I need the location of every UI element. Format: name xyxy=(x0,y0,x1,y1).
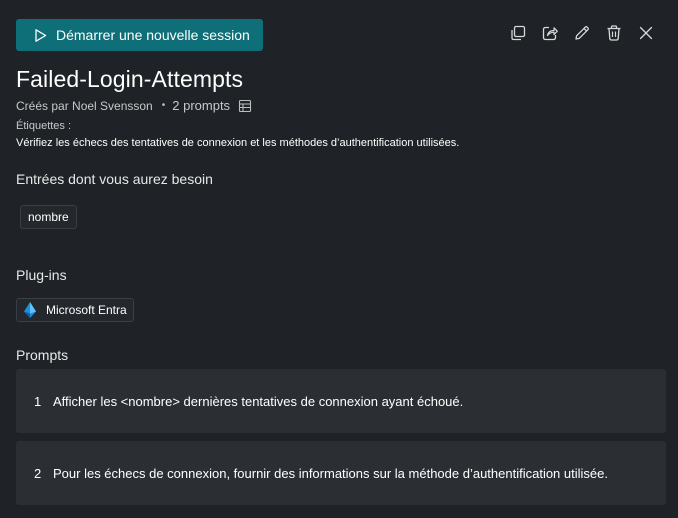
play-icon xyxy=(33,28,48,43)
top-bar: Démarrer une nouvelle session xyxy=(16,19,662,51)
plugins-heading: Plug-ins xyxy=(16,267,67,283)
delete-button[interactable] xyxy=(598,24,630,47)
start-new-session-button[interactable]: Démarrer une nouvelle session xyxy=(16,19,263,51)
page-title: Failed-Login-Attempts xyxy=(16,66,244,92)
microsoft-entra-icon xyxy=(21,301,39,319)
prompt-text: Afficher les <nombre> dernières tentativ… xyxy=(53,393,464,409)
pencil-icon xyxy=(573,24,591,47)
promptbook-panel: Démarrer une nouvelle session Failed-Log… xyxy=(0,0,678,518)
input-chip-nombre: nombre xyxy=(20,205,77,229)
tags-label: Étiquettes : xyxy=(16,120,72,132)
header-actions xyxy=(502,24,662,47)
trash-icon xyxy=(605,24,623,47)
close-icon xyxy=(637,24,655,47)
prompt-text: Pour les échecs de connexion, fournir de… xyxy=(53,465,608,481)
inputs-heading: Entrées dont vous aurez besoin xyxy=(16,171,213,187)
prompt-card[interactable]: 2 Pour les échecs de connexion, fournir … xyxy=(16,441,666,505)
plugin-chip-label: Microsoft Entra xyxy=(46,303,127,317)
close-button[interactable] xyxy=(630,25,662,45)
start-new-session-label: Démarrer une nouvelle session xyxy=(56,27,250,43)
share-button[interactable] xyxy=(534,25,566,45)
meta-separator: • xyxy=(161,100,166,111)
prompt-number: 1 xyxy=(34,393,42,409)
edit-button[interactable] xyxy=(566,25,598,45)
prompt-count: 2 prompts xyxy=(172,98,231,113)
prompt-card[interactable]: 1 Afficher les <nombre> dernières tentat… xyxy=(16,369,666,433)
created-by: Créés par Noel Svensson xyxy=(16,98,153,113)
promptbook-meta: Créés par Noel Svensson • 2 prompts xyxy=(16,98,252,113)
duplicate-button[interactable] xyxy=(502,25,534,45)
plugin-chip-microsoft-entra: Microsoft Entra xyxy=(16,298,134,322)
share-icon xyxy=(541,24,559,47)
input-chip-label: nombre xyxy=(28,210,69,224)
table-icon[interactable] xyxy=(238,99,252,113)
prompt-number: 2 xyxy=(34,465,42,481)
promptbook-description: Vérifiez les échecs des tentatives de co… xyxy=(16,137,460,149)
duplicate-icon xyxy=(509,24,527,47)
prompts-heading: Prompts xyxy=(16,347,69,363)
